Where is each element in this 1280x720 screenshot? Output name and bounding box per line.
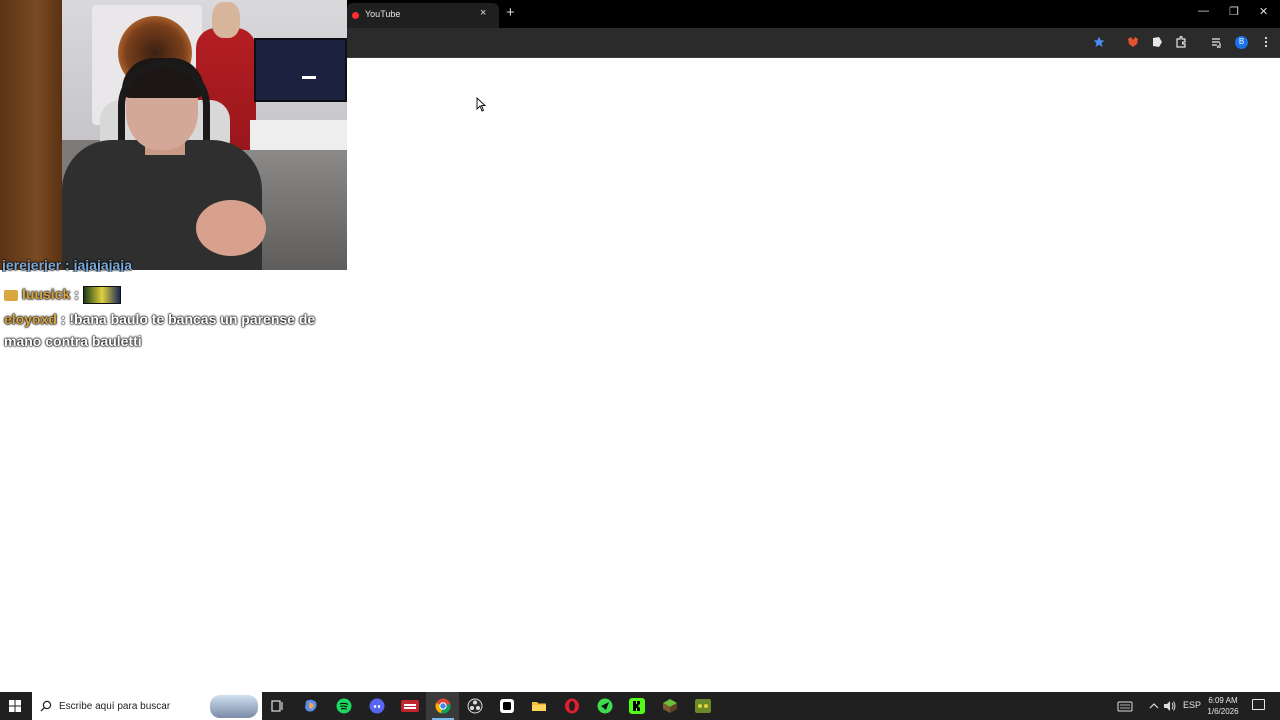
search-placeholder: Escribe aquí para buscar (59, 701, 171, 712)
language-indicator[interactable]: ESP (1183, 700, 1201, 710)
taskbar-search-box[interactable]: Escribe aquí para buscar (32, 692, 262, 720)
chat-message-text: jerejerjer : jajajajaja (2, 258, 132, 272)
webcam-overlay (0, 0, 347, 270)
discord-icon[interactable] (369, 698, 385, 714)
tab-youtube[interactable]: YouTube × (347, 3, 499, 28)
youtube-favicon-icon (352, 12, 359, 19)
webcam-monitor (254, 38, 347, 102)
media-queue-icon[interactable] (1211, 36, 1223, 48)
tiktok-live-icon[interactable] (499, 698, 515, 714)
menu-dots-icon[interactable] (1260, 36, 1272, 48)
notification-center-icon[interactable] (1252, 699, 1265, 710)
profile-initial: B (1238, 37, 1245, 46)
restore-button[interactable]: ❐ (1229, 5, 1239, 18)
chrome-icon[interactable] (435, 698, 451, 714)
crown-badge-icon (4, 289, 18, 301)
tab-strip: YouTube × + — ❐ ✕ (347, 0, 1280, 28)
extension-fox-icon[interactable] (1127, 36, 1139, 48)
chat-username: luusick (22, 286, 71, 302)
chat-separator: : (74, 286, 79, 302)
browser-window: YouTube × + — ❐ ✕ B (347, 0, 1280, 692)
screen: jerejerjer : jajajajaja luusick : eloyox… (0, 0, 1280, 720)
search-highlight-image (210, 695, 258, 718)
voicemeeter-icon[interactable] (401, 698, 419, 714)
kick-icon[interactable] (629, 698, 645, 714)
chat-emote-icon (82, 286, 121, 305)
taskbar: Escribe aquí para buscar ESP 6:09 AM 1/6… (0, 692, 1280, 720)
chat-username: eloyoxd (4, 311, 57, 327)
webcam-monitor-light (302, 76, 316, 79)
clock-date: 1/6/2026 (1207, 707, 1239, 716)
mouse-cursor-icon (476, 97, 486, 112)
windows-start-icon[interactable] (9, 700, 21, 712)
extensions-puzzle-icon[interactable] (1175, 36, 1187, 48)
copilot-icon[interactable] (303, 698, 319, 714)
file-explorer-icon[interactable] (531, 698, 547, 714)
chevron-up-icon[interactable] (1148, 698, 1160, 714)
opera-gx-icon[interactable] (564, 698, 580, 714)
volume-icon[interactable] (1163, 698, 1177, 714)
tab-close-button[interactable]: × (480, 7, 486, 19)
game-app-icon[interactable] (695, 698, 711, 714)
chat-message: eloyoxd : !bana baulo te bancas un paren… (4, 308, 324, 352)
profile-avatar[interactable]: B (1235, 36, 1248, 49)
keyboard-tray-icon[interactable] (1117, 698, 1133, 714)
webcam-door (0, 0, 62, 270)
minimize-button[interactable]: — (1198, 5, 1209, 17)
bookmark-star-icon[interactable] (1093, 36, 1105, 48)
obs-studio-icon[interactable] (467, 698, 483, 714)
page-content[interactable] (347, 58, 1280, 692)
webcam-person-knee (196, 200, 266, 256)
browser-toolbar: B (347, 28, 1280, 57)
webcam-santa-head (212, 2, 240, 38)
clock-time: 6:09 AM (1208, 696, 1238, 705)
extension-shield-icon[interactable] (1151, 36, 1163, 48)
minecraft-launcher-icon[interactable] (662, 698, 678, 714)
streamer-bot-icon[interactable] (597, 698, 613, 714)
spotify-icon[interactable] (336, 698, 352, 714)
task-view-icon[interactable] (269, 698, 285, 714)
chat-message: luusick : (4, 283, 121, 305)
chat-message-partial: jerejerjer : jajajajaja (2, 258, 132, 272)
search-icon (40, 700, 52, 712)
tab-title: YouTube (365, 9, 401, 19)
new-tab-button[interactable]: + (506, 4, 515, 21)
taskbar-clock[interactable]: 6:09 AM 1/6/2026 (1204, 695, 1242, 717)
close-window-button[interactable]: ✕ (1259, 5, 1268, 18)
